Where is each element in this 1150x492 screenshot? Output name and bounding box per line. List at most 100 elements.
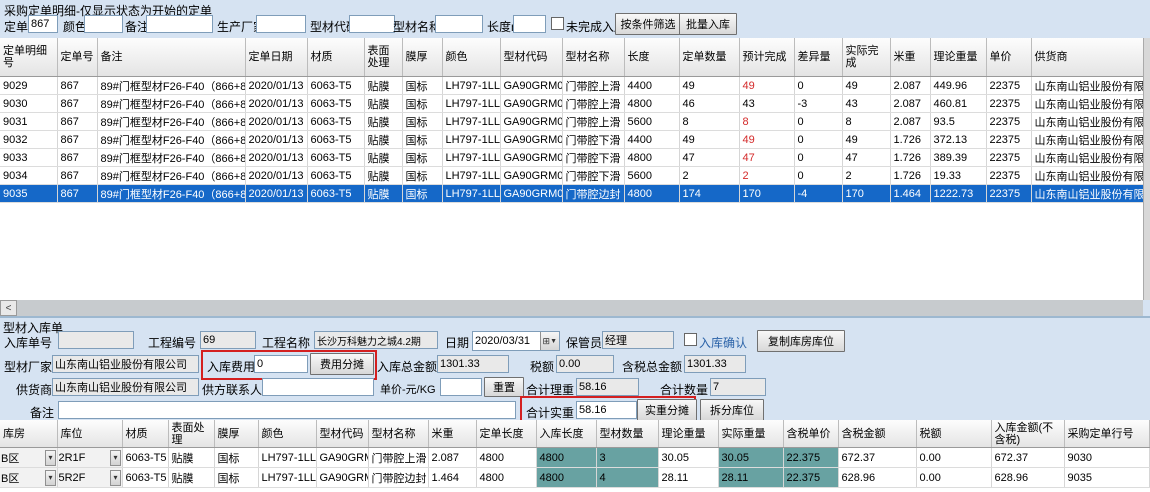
cell[interactable]: 4800 <box>624 95 679 113</box>
cell[interactable]: 贴膜 <box>364 95 402 113</box>
cell[interactable]: 4800 <box>536 448 596 468</box>
batch-inbound-button[interactable]: 批量入库 <box>679 13 737 35</box>
project-no-input[interactable] <box>200 331 256 349</box>
cell[interactable]: 460.81 <box>930 95 986 113</box>
cell[interactable]: 372.13 <box>930 131 986 149</box>
table-row[interactable]: 903386789#门框型材F26-F40（866+867）2020/01/13… <box>0 149 1143 167</box>
column-header[interactable]: 定单日期 <box>245 38 307 77</box>
column-header[interactable]: 单价 <box>986 38 1031 77</box>
cell[interactable]: LH797-1LL0 <box>442 113 500 131</box>
column-header[interactable]: 材质 <box>307 38 364 77</box>
cell[interactable]: 22375 <box>986 95 1031 113</box>
cell[interactable]: 2.087 <box>890 113 930 131</box>
cell[interactable]: GA90GRM05 <box>500 185 562 203</box>
cell[interactable]: 贴膜 <box>364 167 402 185</box>
column-header[interactable]: 米重 <box>428 420 476 448</box>
cell[interactable]: 8 <box>679 113 739 131</box>
cell[interactable]: 4800 <box>624 149 679 167</box>
table-row[interactable]: 903086789#门框型材F26-F40（866+867）2020/01/13… <box>0 95 1143 113</box>
keeper-input[interactable] <box>602 331 674 349</box>
cell[interactable]: 1222.73 <box>930 185 986 203</box>
filter-by-condition-button[interactable]: 按条件筛选 <box>615 13 681 35</box>
cell[interactable]: 2 <box>679 167 739 185</box>
cell[interactable]: 贴膜 <box>364 77 402 95</box>
cell[interactable]: 贴膜 <box>364 149 402 167</box>
cell[interactable]: 国标 <box>214 448 258 468</box>
cell[interactable]: 国标 <box>402 131 442 149</box>
cell[interactable]: 贴膜 <box>364 113 402 131</box>
cell[interactable]: 4800 <box>624 185 679 203</box>
cell[interactable]: 867 <box>57 167 97 185</box>
dropdown-arrow-icon[interactable]: ▾ <box>110 450 120 466</box>
total-qty-input[interactable] <box>710 378 766 396</box>
cell[interactable]: 6063-T5 <box>307 149 364 167</box>
column-header[interactable]: 理论重量 <box>658 420 718 448</box>
column-header[interactable]: 定单明细号 <box>0 38 57 77</box>
cell[interactable]: 22375 <box>986 149 1031 167</box>
column-header[interactable]: 型材数量 <box>596 420 658 448</box>
cell[interactable]: 22375 <box>986 167 1031 185</box>
cell[interactable]: 30.05 <box>658 448 718 468</box>
supplier-contact-input[interactable] <box>262 378 374 396</box>
cell[interactable]: 4800 <box>476 468 536 488</box>
filter-color-input[interactable] <box>84 15 123 33</box>
total-with-tax-input[interactable] <box>684 355 746 373</box>
column-header[interactable]: 差异量 <box>794 38 842 77</box>
column-header[interactable]: 库房 <box>0 420 57 448</box>
column-header[interactable]: 入库金额(不含税) <box>991 420 1064 448</box>
cell[interactable]: 6063-T5 <box>122 468 168 488</box>
cell[interactable]: 9034 <box>0 167 57 185</box>
inbound-confirm-checkbox[interactable] <box>684 333 697 346</box>
cell[interactable]: 5R2F▾ <box>57 468 122 488</box>
filter-remark-input[interactable] <box>146 15 213 33</box>
column-header[interactable]: 采购定单行号 <box>1064 420 1150 448</box>
cell[interactable]: 2 <box>739 167 794 185</box>
cell[interactable]: 30.05 <box>718 448 783 468</box>
cell[interactable]: 672.37 <box>991 448 1064 468</box>
cell[interactable]: 9035 <box>1064 468 1150 488</box>
tax-input[interactable] <box>556 355 614 373</box>
cell[interactable]: 22375 <box>986 77 1031 95</box>
supplier-input[interactable] <box>52 378 199 396</box>
cell[interactable]: 国标 <box>402 185 442 203</box>
cell[interactable]: 山东南山铝业股份有限公司 <box>1031 77 1143 95</box>
cell[interactable]: 389.39 <box>930 149 986 167</box>
cell[interactable]: 国标 <box>402 149 442 167</box>
cell[interactable]: 2020/01/13 <box>245 149 307 167</box>
cell[interactable]: 19.33 <box>930 167 986 185</box>
column-header[interactable]: 膜厚 <box>214 420 258 448</box>
cell[interactable]: 5600 <box>624 113 679 131</box>
cell[interactable]: 89#门框型材F26-F40（866+867） <box>97 77 245 95</box>
cell[interactable]: GA90GRM04 <box>500 149 562 167</box>
cell[interactable]: 0 <box>794 149 842 167</box>
table-row[interactable]: 903286789#门框型材F26-F40（866+867）2020/01/13… <box>0 131 1143 149</box>
filter-order-no-input[interactable] <box>28 15 58 33</box>
column-header[interactable]: 表面处理 <box>364 38 402 77</box>
cell[interactable]: 贴膜 <box>168 448 214 468</box>
cell[interactable]: 贴膜 <box>168 468 214 488</box>
column-header[interactable]: 含税单价 <box>783 420 838 448</box>
reset-button[interactable]: 重置 <box>484 377 524 397</box>
inbound-remark-input[interactable] <box>58 401 516 419</box>
cell[interactable]: 2R1F▾ <box>57 448 122 468</box>
cell[interactable]: 2020/01/13 <box>245 113 307 131</box>
cell[interactable]: 867 <box>57 77 97 95</box>
cell[interactable]: 0 <box>794 131 842 149</box>
column-header[interactable]: 库位 <box>57 420 122 448</box>
cell[interactable]: 1.726 <box>890 131 930 149</box>
cell[interactable]: -4 <box>794 185 842 203</box>
cell[interactable]: 49 <box>842 131 890 149</box>
cell[interactable]: 贴膜 <box>364 185 402 203</box>
cell[interactable]: 3 <box>596 448 658 468</box>
cell[interactable]: 山东南山铝业股份有限公司 <box>1031 149 1143 167</box>
cell[interactable]: 门带腔下滑 <box>562 149 624 167</box>
column-header[interactable]: 膜厚 <box>402 38 442 77</box>
cell[interactable]: 867 <box>57 131 97 149</box>
cell[interactable]: 22.375 <box>783 448 838 468</box>
cell[interactable]: 43 <box>739 95 794 113</box>
cell[interactable]: 9031 <box>0 113 57 131</box>
cell[interactable]: 国标 <box>214 468 258 488</box>
column-header[interactable]: 型材名称 <box>368 420 428 448</box>
cell[interactable]: 49 <box>679 131 739 149</box>
vertical-scrollbar[interactable] <box>1143 38 1150 300</box>
